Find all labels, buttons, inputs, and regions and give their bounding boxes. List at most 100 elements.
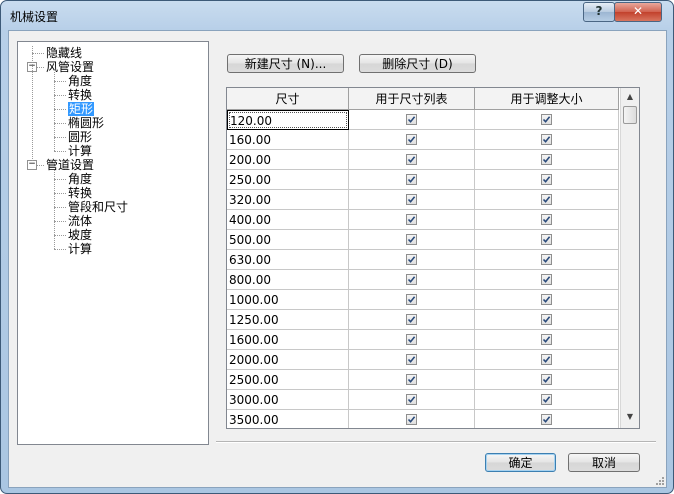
sizing-checkbox[interactable] (541, 274, 552, 285)
table-row[interactable]: 1000.00 (227, 290, 619, 310)
size-list-checkbox[interactable] (406, 214, 417, 225)
new-size-button[interactable]: 新建尺寸 (N)... (227, 54, 344, 73)
size-list-checkbox[interactable] (406, 174, 417, 185)
table-row[interactable]: 500.00 (227, 230, 619, 250)
size-cell[interactable]: 1250.00 (227, 310, 349, 330)
sizing-checkbox[interactable] (541, 214, 552, 225)
size-list-checkbox[interactable] (406, 134, 417, 145)
table-row[interactable]: 1250.00 (227, 310, 619, 330)
vertical-scrollbar[interactable]: ▲ ▼ (620, 88, 639, 428)
size-list-checkbox[interactable] (406, 254, 417, 265)
size-cell[interactable]: 160.00 (227, 130, 349, 150)
sizing-checkbox[interactable] (541, 234, 552, 245)
tree-item[interactable]: 椭圆形 (68, 116, 104, 130)
table-row[interactable]: 800.00 (227, 270, 619, 290)
tree-item[interactable]: 角度 (68, 172, 92, 186)
table-row[interactable]: 320.00 (227, 190, 619, 210)
sizing-checkbox[interactable] (541, 374, 552, 385)
table-row[interactable]: 2000.00 (227, 350, 619, 370)
tree-item[interactable]: 计算 (68, 242, 92, 256)
size-list-checkbox[interactable] (406, 354, 417, 365)
size-list-checkbox[interactable] (406, 234, 417, 245)
sizing-checkbox[interactable] (541, 294, 552, 305)
tree-item[interactable]: 流体 (68, 214, 92, 228)
table-row[interactable]: 200.00 (227, 150, 619, 170)
sizing-cell (475, 390, 619, 410)
title-bar[interactable]: 机械设置 ? ✕ (1, 1, 673, 31)
size-cell[interactable]: 250.00 (227, 170, 349, 190)
sizing-checkbox[interactable] (541, 414, 552, 425)
sizing-checkbox[interactable] (541, 174, 552, 185)
sizing-checkbox[interactable] (541, 314, 552, 325)
tree-item[interactable]: 管段和尺寸 (68, 200, 128, 214)
size-list-checkbox[interactable] (406, 414, 417, 425)
table-row[interactable]: 2500.00 (227, 370, 619, 390)
sizing-checkbox[interactable] (541, 134, 552, 145)
tree-item[interactable]: 转换 (68, 88, 92, 102)
help-button[interactable]: ? (583, 2, 615, 22)
ok-button[interactable]: 确定 (485, 453, 556, 472)
size-list-checkbox[interactable] (406, 334, 417, 345)
tree-item[interactable]: 角度 (68, 74, 92, 88)
size-cell[interactable]: 630.00 (227, 250, 349, 270)
table-row[interactable]: 630.00 (227, 250, 619, 270)
scrollbar-thumb[interactable] (623, 106, 637, 124)
size-list-checkbox[interactable] (406, 274, 417, 285)
tree-item[interactable]: 圆形 (68, 130, 92, 144)
collapse-icon[interactable]: − (27, 160, 37, 170)
size-cell[interactable]: 1600.00 (227, 330, 349, 350)
sizing-checkbox[interactable] (541, 194, 552, 205)
tree-item[interactable]: 矩形 (68, 102, 95, 116)
sizing-checkbox[interactable] (541, 354, 552, 365)
size-cell[interactable]: 400.00 (227, 210, 349, 230)
size-list-checkbox[interactable] (406, 394, 417, 405)
size-list-checkbox[interactable] (406, 154, 417, 165)
table-row[interactable]: 120.00 (227, 110, 619, 130)
tree-connector (54, 137, 66, 138)
size-list-checkbox[interactable] (406, 374, 417, 385)
sizing-checkbox[interactable] (541, 254, 552, 265)
table-row[interactable]: 1600.00 (227, 330, 619, 350)
size-cell[interactable]: 120.00 (227, 110, 349, 130)
tree-item[interactable]: 坡度 (68, 228, 92, 242)
size-cell[interactable]: 200.00 (227, 150, 349, 170)
size-list-checkbox[interactable] (406, 194, 417, 205)
table-row[interactable]: 250.00 (227, 170, 619, 190)
tree-item[interactable]: 转换 (68, 186, 92, 200)
size-list-checkbox[interactable] (406, 114, 417, 125)
size-cell[interactable]: 3000.00 (227, 390, 349, 410)
size-cell[interactable]: 1000.00 (227, 290, 349, 310)
sizing-checkbox[interactable] (541, 394, 552, 405)
delete-size-button[interactable]: 删除尺寸 (D) (359, 54, 476, 73)
sizing-cell (475, 150, 619, 170)
size-cell[interactable]: 2500.00 (227, 370, 349, 390)
sizing-checkbox[interactable] (541, 154, 552, 165)
table-row[interactable]: 3000.00 (227, 390, 619, 410)
sizing-checkbox[interactable] (541, 114, 552, 125)
resize-grip-icon[interactable] (654, 475, 664, 485)
size-cell[interactable]: 320.00 (227, 190, 349, 210)
tree-item[interactable]: 隐藏线 (46, 46, 82, 60)
size-cell[interactable]: 2000.00 (227, 350, 349, 370)
tree-item-label: 转换 (68, 186, 93, 200)
cancel-button[interactable]: 取消 (568, 453, 640, 472)
size-list-checkbox[interactable] (406, 294, 417, 305)
tree-item[interactable]: 计算 (68, 144, 92, 158)
table-row[interactable]: 400.00 (227, 210, 619, 230)
column-header[interactable]: 用于尺寸列表 (349, 88, 475, 110)
scroll-down-icon[interactable]: ▼ (621, 408, 639, 425)
column-header[interactable]: 用于调整大小 (475, 88, 619, 110)
tree-connector (54, 109, 66, 110)
size-list-cell (349, 310, 475, 330)
size-cell[interactable]: 500.00 (227, 230, 349, 250)
size-cell[interactable]: 800.00 (227, 270, 349, 290)
table-row[interactable]: 3500.00 (227, 410, 619, 428)
size-cell[interactable]: 3500.00 (227, 410, 349, 428)
close-button[interactable]: ✕ (614, 2, 662, 22)
size-list-checkbox[interactable] (406, 314, 417, 325)
scroll-up-icon[interactable]: ▲ (621, 88, 639, 105)
sizing-checkbox[interactable] (541, 334, 552, 345)
settings-tree[interactable]: 隐藏线 风管设置 − 角度 转换 矩形 椭圆形 圆形 计算 管道设置 − 角度 转换 管段和尺寸 流体 坡度计… (17, 41, 209, 445)
table-row[interactable]: 160.00 (227, 130, 619, 150)
column-header[interactable]: 尺寸 (227, 88, 349, 110)
